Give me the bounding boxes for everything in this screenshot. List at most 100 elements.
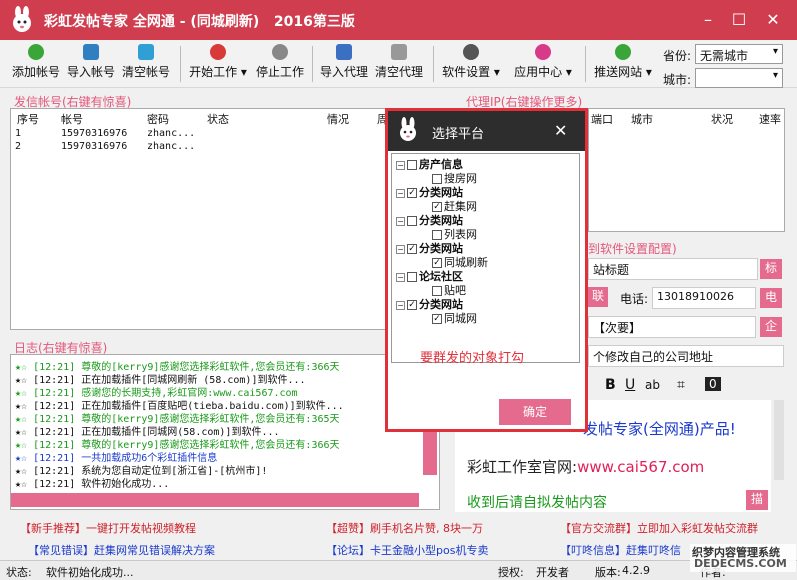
app-center-button[interactable]: 应用中心 ▾ (512, 44, 574, 84)
checkbox-checked[interactable]: ✓ (432, 314, 442, 324)
chevron-down-icon: ▾ (772, 70, 778, 81)
tree-leaf[interactable]: ✓ 同城网 (432, 310, 477, 326)
settings-label: 软件设置 ▾ (442, 65, 500, 79)
edition-label: 2016第三版 (273, 14, 355, 30)
underline-button[interactable]: U (625, 377, 635, 393)
column-header[interactable]: 状态 (207, 111, 229, 127)
checkbox[interactable] (432, 174, 442, 184)
column-header[interactable]: 帐号 (61, 111, 83, 127)
row-index: 2 (15, 141, 22, 152)
checkbox[interactable] (432, 230, 442, 240)
stop-work-button[interactable]: 停止工作 (254, 44, 306, 84)
push-site-button[interactable]: 推送网站 ▾ (592, 44, 654, 84)
fullscreen-icon[interactable]: ⌗ (677, 377, 685, 393)
help-link[interactable]: 【常见错误】赶集网常见错误解决方案 (28, 542, 215, 558)
secondary-field[interactable]: 【次要】 (588, 316, 756, 338)
source-button[interactable]: 0 (705, 377, 721, 391)
province-select[interactable]: 无需城市 ▾ (695, 44, 783, 64)
table-row[interactable]: 1 15970316976 zhanc... (11, 127, 439, 140)
collapse-icon[interactable]: − (396, 160, 405, 170)
import-icon (83, 44, 99, 60)
subject-field[interactable]: 站标题 (588, 258, 758, 280)
clear-proxy-button[interactable]: 清空代理 (373, 44, 425, 84)
accounts-table[interactable]: 序号 帐号 密码 状态 情况 周 1 15970316976 zhanc... … (10, 108, 440, 330)
collapse-icon[interactable]: − (396, 216, 405, 226)
collapse-icon[interactable]: − (396, 300, 405, 310)
proxy-table[interactable]: 端口 城市 状况 速率 (588, 108, 785, 232)
add-icon (28, 44, 44, 60)
column-header[interactable]: 状况 (711, 111, 733, 127)
company-button[interactable]: 企 (760, 317, 782, 337)
add-account-button[interactable]: 添加帐号 (10, 44, 62, 84)
forum-link[interactable]: 【论坛】卡王金融小型pos机专卖 (326, 542, 488, 558)
status-label: 状态: (6, 566, 32, 579)
editor-line-3: 收到后请自拟发帖内容 (467, 495, 607, 511)
maximize-button[interactable]: ☐ (726, 8, 752, 32)
row-password: zhanc... (147, 128, 196, 139)
clear-account-button[interactable]: 清空帐号 (120, 44, 172, 84)
minimize-button[interactable]: – (695, 8, 721, 32)
checkbox-checked[interactable]: ✓ (432, 258, 442, 268)
editor-line-1: 发帖专家(全网通)产品! (583, 420, 736, 438)
push-site-label: 推送网站 ▾ (594, 65, 652, 79)
checkbox[interactable] (407, 272, 417, 282)
editor-scrollbar[interactable] (774, 400, 784, 480)
phone-button[interactable]: 电 (760, 288, 782, 308)
checkbox-checked[interactable]: ✓ (407, 188, 417, 198)
checkbox[interactable] (407, 216, 417, 226)
toolbar-divider (433, 46, 434, 82)
proxy-import-icon (336, 44, 352, 60)
table-row[interactable]: 2 15970316976 zhanc... (11, 140, 439, 153)
checkbox-checked[interactable]: ✓ (432, 202, 442, 212)
toolbar-divider (180, 46, 181, 82)
collapse-icon[interactable]: − (396, 272, 405, 282)
contact-button[interactable]: 联 (588, 287, 608, 307)
promo-link[interactable]: 【新手推荐】一键打开发帖视频教程 (20, 520, 196, 536)
checkbox-checked[interactable]: ✓ (407, 300, 417, 310)
promo-link[interactable]: 【官方交流群】立即加入彩虹发帖交流群 (560, 520, 758, 536)
checkbox[interactable] (407, 160, 417, 170)
platform-tree[interactable]: − 房产信息 搜房网 − ✓ 分类网站 ✓ 赶集网 − 分类网站 列表网 − ✓ 分类网站 ✓… (391, 153, 580, 363)
description-button[interactable]: 描 (746, 490, 768, 510)
collapse-icon[interactable]: − (396, 244, 405, 254)
chevron-down-icon: ▾ (772, 46, 778, 57)
confirm-button[interactable]: 确定 (499, 399, 571, 425)
start-work-label: 开始工作 ▾ (189, 65, 247, 79)
dialog-close-button[interactable]: ✕ (554, 121, 567, 140)
collapse-icon[interactable]: − (396, 188, 405, 198)
settings-button[interactable]: 软件设置 ▾ (440, 44, 502, 84)
toolbar: 添加帐号 导入帐号 清空帐号 开始工作 ▾ 停止工作 导入代理 清空代理 软件设… (0, 40, 797, 88)
bold-button[interactable]: B (605, 377, 616, 393)
subject-button[interactable]: 标 (760, 259, 782, 279)
city-select[interactable]: ▾ (695, 68, 783, 88)
select-platform-dialog: 选择平台 ✕ − 房产信息 搜房网 − ✓ 分类网站 ✓ 赶集网 − 分类网站 列表网 −… (385, 108, 588, 432)
toolbar-divider (585, 46, 586, 82)
log-hscrollbar-thumb[interactable] (11, 493, 419, 507)
strikethrough-button[interactable]: ab (645, 378, 660, 392)
import-account-button[interactable]: 导入帐号 (65, 44, 117, 84)
app-center-label: 应用中心 ▾ (514, 65, 572, 79)
import-proxy-button[interactable]: 导入代理 (318, 44, 370, 84)
watermark: 织梦内容管理系统 DEDECMS.COM (690, 544, 796, 572)
column-header[interactable]: 端口 (591, 111, 613, 127)
toolbar-divider (312, 46, 313, 82)
checkbox-checked[interactable]: ✓ (407, 244, 417, 254)
start-work-button[interactable]: 开始工作 ▾ (187, 44, 249, 84)
column-header[interactable]: 情况 (327, 111, 349, 127)
info-link[interactable]: 【叮咚信息】赶集叮咚信 (560, 542, 681, 558)
column-header[interactable]: 密码 (147, 111, 169, 127)
column-header[interactable]: 序号 (17, 111, 39, 127)
row-account: 15970316976 (61, 128, 128, 139)
row-index: 1 (15, 128, 22, 139)
address-field[interactable]: 个修改自己的公司地址 (588, 345, 784, 367)
close-button[interactable]: ✕ (760, 8, 786, 32)
column-header[interactable]: 城市 (631, 111, 653, 127)
phone-label: 电话: (620, 292, 649, 306)
phone-field[interactable]: 13018910026 (652, 287, 756, 309)
column-header[interactable]: 速率 (759, 111, 781, 127)
stop-work-label: 停止工作 (255, 65, 304, 79)
province-label: 省份: (663, 49, 692, 63)
promo-link[interactable]: 【超赞】刷手机名片赞, 8块一万 (326, 520, 483, 536)
checkbox[interactable] (432, 286, 442, 296)
log-panel[interactable]: ★☆ [12:21] 尊敬的[kerry9]感谢您选择彩虹软件,您会员还有:36… (10, 354, 440, 510)
